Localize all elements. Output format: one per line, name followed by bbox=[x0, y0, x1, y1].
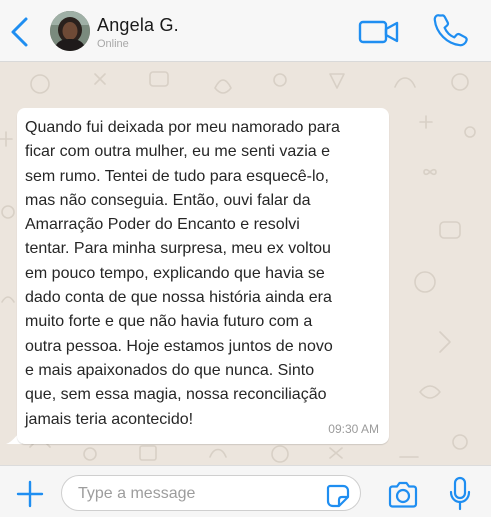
video-camera-icon[interactable] bbox=[358, 18, 400, 46]
avatar-photo bbox=[50, 11, 90, 51]
sticker-icon[interactable] bbox=[326, 484, 350, 508]
contact-status: Online bbox=[97, 38, 129, 50]
plus-icon[interactable] bbox=[16, 480, 44, 508]
phone-icon[interactable] bbox=[432, 12, 468, 48]
message-timestamp: 09:30 AM bbox=[328, 422, 379, 436]
chevron-left-icon[interactable] bbox=[8, 16, 32, 48]
camera-icon[interactable] bbox=[387, 481, 419, 509]
microphone-icon[interactable] bbox=[449, 476, 471, 512]
avatar[interactable] bbox=[50, 11, 90, 51]
message-text: Quando fui deixada por meu namorado para… bbox=[25, 119, 340, 428]
message-bubble[interactable]: Quando fui deixada por meu namorado para… bbox=[17, 108, 389, 444]
message-input[interactable] bbox=[76, 476, 320, 512]
message-input-container[interactable] bbox=[61, 475, 361, 512]
chat-header: Angela G. Online bbox=[0, 0, 491, 62]
contact-name[interactable]: Angela G. bbox=[97, 15, 179, 36]
chat-area[interactable]: Quando fui deixada por meu namorado para… bbox=[0, 62, 491, 465]
composer-bar bbox=[0, 465, 491, 517]
